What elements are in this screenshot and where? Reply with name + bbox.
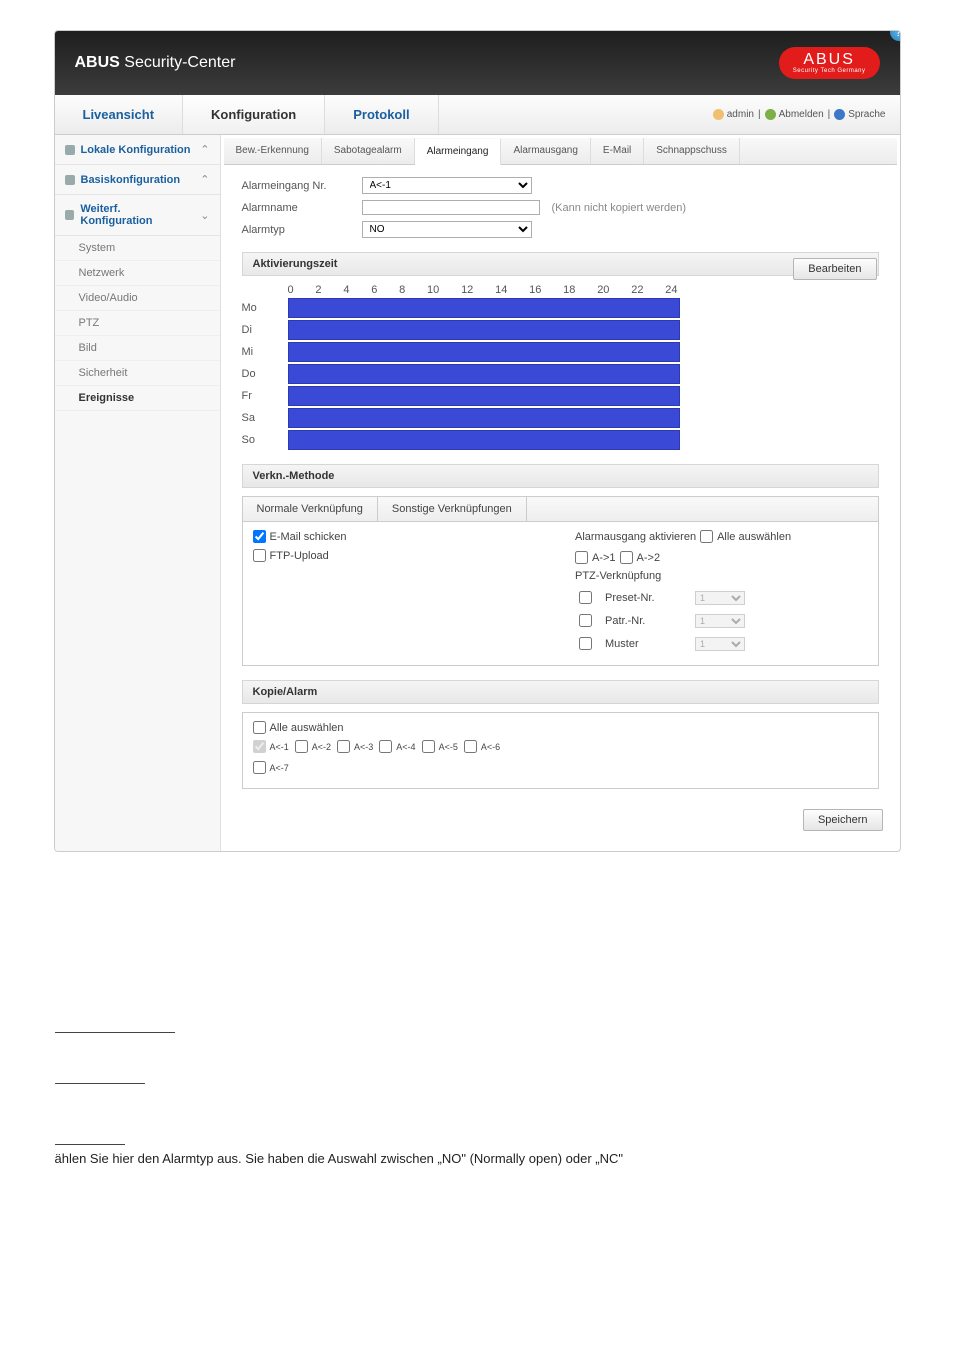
subtab-snapshot[interactable]: Schnappschuss — [644, 138, 740, 164]
alarm-type-label: Alarmtyp — [242, 224, 362, 236]
chk-out-a2[interactable] — [620, 551, 633, 564]
tab-configuration[interactable]: Konfiguration — [183, 95, 325, 134]
chk-copy-all[interactable] — [253, 721, 266, 734]
schedule-bar-di[interactable] — [288, 320, 680, 340]
sidebar-item-ptz[interactable]: PTZ — [55, 311, 220, 336]
subtab-tamper[interactable]: Sabotagealarm — [322, 138, 415, 164]
chk-preset[interactable] — [579, 591, 592, 604]
header: ABUS Security-Center ABUS Security Tech … — [55, 31, 900, 95]
tab-protocol[interactable]: Protokoll — [325, 95, 438, 134]
pattern-label: Muster — [605, 638, 685, 650]
schedule-section-header: Aktivierungszeit — [242, 252, 879, 276]
schedule-grid: 024681012141618202224 Mo Di Mi Do Fr Sa … — [242, 284, 879, 450]
schedule-bar-sa[interactable] — [288, 408, 680, 428]
alarm-name-input[interactable] — [362, 200, 540, 215]
footer-text: ählen Sie hier den Alarmtyp aus. Sie hab… — [55, 1151, 900, 1166]
sidebar-item-image[interactable]: Bild — [55, 336, 220, 361]
alarm-out-activate-label: Alarmausgang aktivieren — [575, 531, 696, 543]
gear-icon — [65, 175, 75, 185]
chk-email-label: E-Mail schicken — [270, 531, 347, 543]
day-mi: Mi — [242, 346, 288, 358]
sidebar-item-video-audio[interactable]: Video/Audio — [55, 286, 220, 311]
day-fr: Fr — [242, 390, 288, 402]
link-tab-other[interactable]: Sonstige Verknüpfungen — [378, 497, 527, 521]
chk-out-a1[interactable] — [575, 551, 588, 564]
user-icon — [713, 109, 724, 120]
chk-copy-all-label: Alle auswählen — [270, 722, 344, 734]
subtab-alarm-in[interactable]: Alarmeingang — [415, 139, 502, 165]
day-do: Do — [242, 368, 288, 380]
chk-copy-6[interactable] — [464, 740, 477, 753]
sidebar-basic-config[interactable]: Basiskonfiguration⌃ — [55, 165, 220, 195]
chk-pattern[interactable] — [579, 637, 592, 650]
top-nav: Liveansicht Konfiguration Protokoll admi… — [55, 95, 900, 135]
pattern-select[interactable]: 1 — [695, 637, 745, 651]
logout-link[interactable]: Abmelden — [765, 109, 824, 120]
chevron-down-icon: ⌄ — [200, 209, 209, 222]
brand-logo: ABUS Security Tech Germany — [779, 47, 880, 79]
alarm-type-select[interactable]: NO — [362, 221, 532, 238]
alarm-in-no-select[interactable]: A<-1 — [362, 177, 532, 194]
link-tab-normal[interactable]: Normale Verknüpfung — [243, 497, 378, 521]
chk-copy-3[interactable] — [337, 740, 350, 753]
chk-email[interactable] — [253, 530, 266, 543]
sidebar: Lokale Konfiguration⌃ Basiskonfiguration… — [55, 135, 221, 851]
chk-out-a2-label: A->2 — [637, 552, 661, 564]
schedule-bar-mo[interactable] — [288, 298, 680, 318]
alarm-in-no-label: Alarmeingang Nr. — [242, 180, 362, 192]
link-method-section-header: Verkn.-Methode — [242, 464, 879, 488]
chevron-icon: ⌃ — [200, 173, 209, 186]
sidebar-item-network[interactable]: Netzwerk — [55, 261, 220, 286]
language-link[interactable]: Sprache — [834, 109, 885, 120]
subtab-alarm-out[interactable]: Alarmausgang — [501, 138, 590, 164]
copy-alarm-section-header: Kopie/Alarm — [242, 680, 879, 704]
event-subtabs: Bew.-Erkennung Sabotagealarm Alarmeingan… — [224, 138, 897, 165]
preset-select[interactable]: 1 — [695, 591, 745, 605]
chk-copy-5[interactable] — [422, 740, 435, 753]
patrol-label: Patr.-Nr. — [605, 615, 685, 627]
sidebar-item-system[interactable]: System — [55, 236, 220, 261]
logout-icon — [765, 109, 776, 120]
alarm-name-hint: (Kann nicht kopiert werden) — [552, 202, 687, 214]
chk-ftp-label: FTP-Upload — [270, 550, 329, 562]
schedule-bar-mi[interactable] — [288, 342, 680, 362]
day-di: Di — [242, 324, 288, 336]
schedule-ticks: 024681012141618202224 — [288, 284, 678, 296]
chevron-icon: ⌃ — [200, 143, 209, 156]
chk-copy-1[interactable] — [253, 740, 266, 753]
schedule-edit-button[interactable]: Bearbeiten — [793, 258, 876, 280]
wrench-icon — [65, 210, 75, 220]
subtab-email[interactable]: E-Mail — [591, 138, 644, 164]
sidebar-advanced-config[interactable]: Weiterf. Konfiguration⌄ — [55, 195, 220, 236]
chk-ftp[interactable] — [253, 549, 266, 562]
globe-icon — [834, 109, 845, 120]
tab-liveview[interactable]: Liveansicht — [55, 95, 184, 134]
sidebar-local-config[interactable]: Lokale Konfiguration⌃ — [55, 135, 220, 165]
preset-label: Preset-Nr. — [605, 592, 685, 604]
chk-alarm-out-all-label: Alle auswählen — [717, 531, 791, 543]
schedule-bar-fr[interactable] — [288, 386, 680, 406]
chk-patrol[interactable] — [579, 614, 592, 627]
gear-icon — [65, 145, 75, 155]
ptz-link-title: PTZ-Verknüpfung — [575, 570, 868, 582]
alarm-name-label: Alarmname — [242, 202, 362, 214]
chk-out-a1-label: A->1 — [592, 552, 616, 564]
chk-copy-2[interactable] — [295, 740, 308, 753]
chk-alarm-out-all[interactable] — [700, 530, 713, 543]
current-user: admin — [713, 109, 754, 120]
subtab-motion[interactable]: Bew.-Erkennung — [224, 138, 322, 164]
day-so: So — [242, 434, 288, 446]
sidebar-item-security[interactable]: Sicherheit — [55, 361, 220, 386]
sidebar-item-events[interactable]: Ereignisse — [55, 386, 220, 411]
schedule-bar-do[interactable] — [288, 364, 680, 384]
chk-copy-7[interactable] — [253, 761, 266, 774]
day-mo: Mo — [242, 302, 288, 314]
patrol-select[interactable]: 1 — [695, 614, 745, 628]
save-button[interactable]: Speichern — [803, 809, 883, 831]
chk-copy-4[interactable] — [379, 740, 392, 753]
app-title: ABUS Security-Center — [75, 54, 236, 72]
schedule-bar-so[interactable] — [288, 430, 680, 450]
day-sa: Sa — [242, 412, 288, 424]
